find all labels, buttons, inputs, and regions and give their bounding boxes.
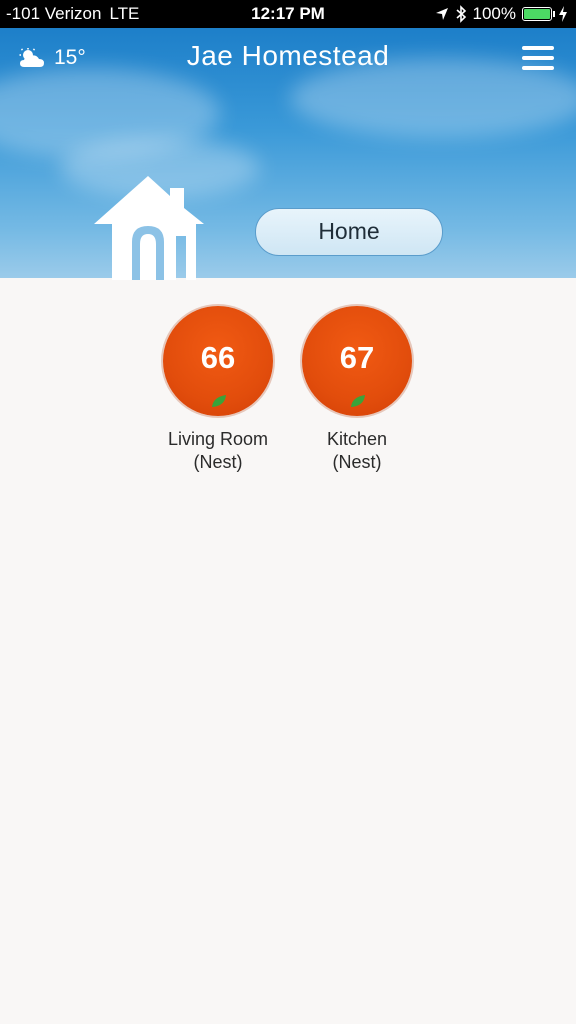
thermostat-temperature: 67 [339, 340, 375, 375]
hamburger-menu-icon[interactable] [522, 46, 554, 72]
thermostat-label: Living Room (Nest) [148, 428, 288, 474]
thermostat-dial[interactable]: 67 [302, 306, 412, 416]
thermostat-type: (Nest) [332, 452, 382, 472]
leaf-icon [351, 395, 365, 407]
battery-percent: 100% [472, 4, 516, 23]
location-arrow-icon [435, 8, 448, 20]
status-bar: -101 Verizon LTE 12:17 PM 100% [0, 0, 576, 28]
thermostat-temperature: 66 [200, 340, 236, 375]
thermostat-type: (Nest) [193, 452, 243, 472]
battery-icon [522, 7, 555, 21]
home-house-icon [94, 176, 204, 280]
home-away-mode-button[interactable]: Home [255, 208, 443, 256]
page-title: Jae Homestead [186, 40, 390, 71]
thermostat-kitchen[interactable]: 67 Kitchen (Nest) [287, 306, 427, 474]
thermostat-name: Kitchen [326, 429, 388, 449]
charging-icon [559, 6, 567, 22]
thermostat-dial[interactable]: 66 [163, 306, 273, 416]
leaf-icon [212, 395, 226, 407]
status-right: 100% [435, 4, 568, 24]
thermostat-name: Living Room [167, 429, 269, 449]
thermostat-label: Kitchen (Nest) [287, 428, 427, 474]
bluetooth-icon [455, 5, 466, 23]
thermostat-living-room[interactable]: 66 Living Room (Nest) [148, 306, 288, 474]
